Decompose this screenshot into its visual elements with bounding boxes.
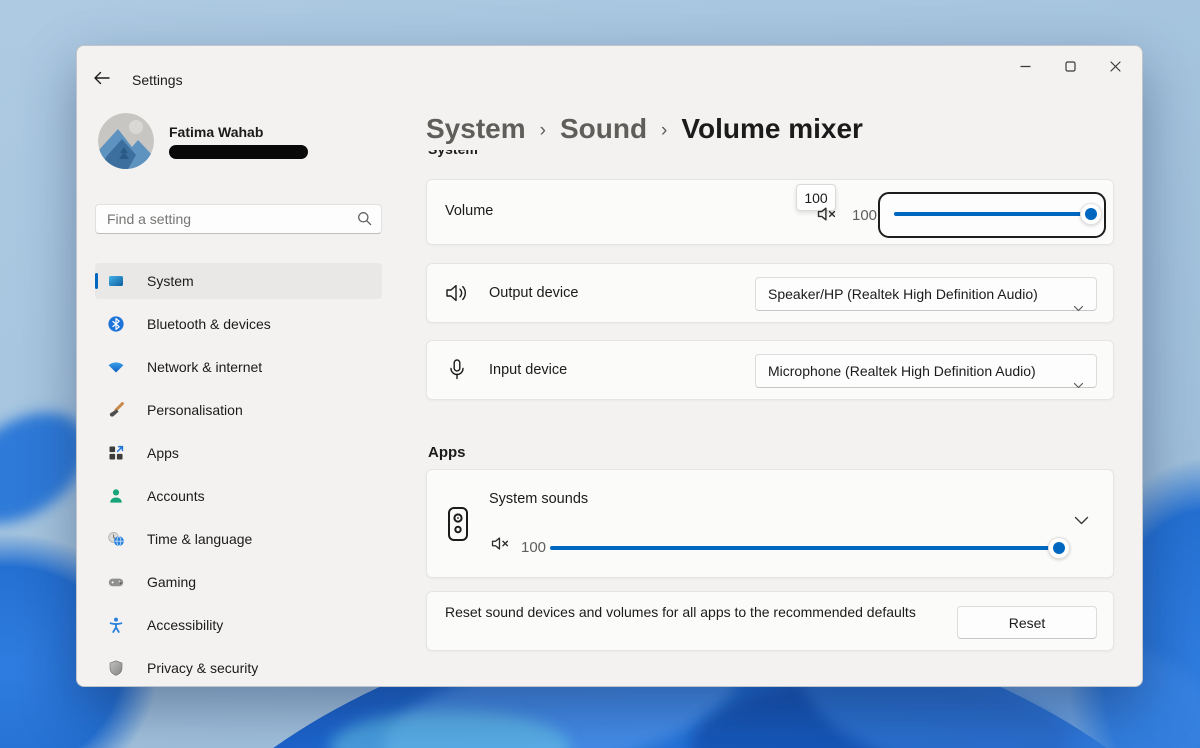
apps-icon [107,444,125,462]
sidebar-item-personalisation[interactable]: Personalisation [95,392,382,428]
microphone-icon [445,358,469,382]
speaker-icon [445,282,469,304]
accounts-icon [107,487,125,505]
volume-slider[interactable] [880,194,1104,236]
input-device-select[interactable]: Microphone (Realtek High Definition Audi… [755,354,1097,388]
mute-icon [817,206,837,222]
expand-chevron-icon[interactable] [1074,516,1089,526]
volume-label: Volume [445,203,493,219]
reset-button[interactable]: Reset [957,606,1097,639]
slider-thumb[interactable] [1048,537,1070,559]
breadcrumb: System › Sound › Volume mixer [426,113,863,145]
reset-description: Reset sound devices and volumes for all … [445,602,935,623]
volume-value: 100 [852,207,877,224]
breadcrumb-separator-icon: › [540,120,546,142]
input-device-label: Input device [489,362,567,378]
gaming-icon [107,573,125,591]
privacy-security-icon [107,659,125,677]
chevron-down-icon [1073,368,1084,402]
input-device-card: Input device Microphone (Realtek High De… [426,340,1114,400]
sidebar-item-system[interactable]: System [95,263,382,299]
network-icon [107,358,125,376]
sidebar-item-gaming[interactable]: Gaming [95,564,382,600]
output-device-label: Output device [489,285,578,301]
slider-track [550,546,1067,550]
main-content: System › Sound › Volume mixer System Vol… [426,46,1114,686]
avatar [98,113,154,169]
accessibility-icon [107,616,125,634]
app-title: Settings [132,72,183,88]
sidebar-item-accessibility[interactable]: Accessibility [95,607,382,643]
user-profile: Fatima Wahab [98,113,308,169]
breadcrumb-current: Volume mixer [681,113,863,145]
system-icon [107,272,125,290]
back-button[interactable] [93,66,121,90]
breadcrumb-system[interactable]: System [426,113,526,145]
breadcrumb-sound[interactable]: Sound [560,113,647,145]
search-input[interactable] [95,204,382,234]
selection-indicator [95,273,98,289]
profile-name: Fatima Wahab [169,124,308,140]
search-icon [357,211,372,226]
sidebar-item-bluetooth-devices[interactable]: Bluetooth & devices [95,306,382,342]
apps-section-title: Apps [428,444,466,461]
slider-track [894,212,1094,216]
bluetooth-icon [107,315,125,333]
back-arrow-icon [93,71,110,85]
sidebar-nav: System Bluetooth & devices Network & int… [95,263,382,687]
output-device-select[interactable]: Speaker/HP (Realtek High Definition Audi… [755,277,1097,311]
system-sounds-slider[interactable] [427,470,1113,577]
sidebar-item-privacy-security[interactable]: Privacy & security [95,650,382,686]
output-device-card: Output device Speaker/HP (Realtek High D… [426,263,1114,323]
chevron-down-icon [1073,291,1084,325]
personalisation-icon [107,401,125,419]
slider-focus-ring [878,192,1106,238]
system-sounds-card: System sounds 100 [426,469,1114,578]
reset-card: Reset sound devices and volumes for all … [426,591,1114,651]
sidebar-item-accounts[interactable]: Accounts [95,478,382,514]
slider-thumb[interactable] [1080,203,1102,225]
volume-mute-button[interactable] [817,206,837,227]
sidebar-item-apps[interactable]: Apps [95,435,382,471]
time-language-icon [107,530,125,548]
settings-window: Settings [76,45,1143,687]
section-label-system-clipped: System [428,150,478,164]
volume-card: Volume 100 100 [426,179,1114,245]
sidebar-item-network-internet[interactable]: Network & internet [95,349,382,385]
sidebar-item-time-language[interactable]: Time & language [95,521,382,557]
redacted-email [169,145,308,159]
breadcrumb-separator-icon: › [661,120,667,142]
